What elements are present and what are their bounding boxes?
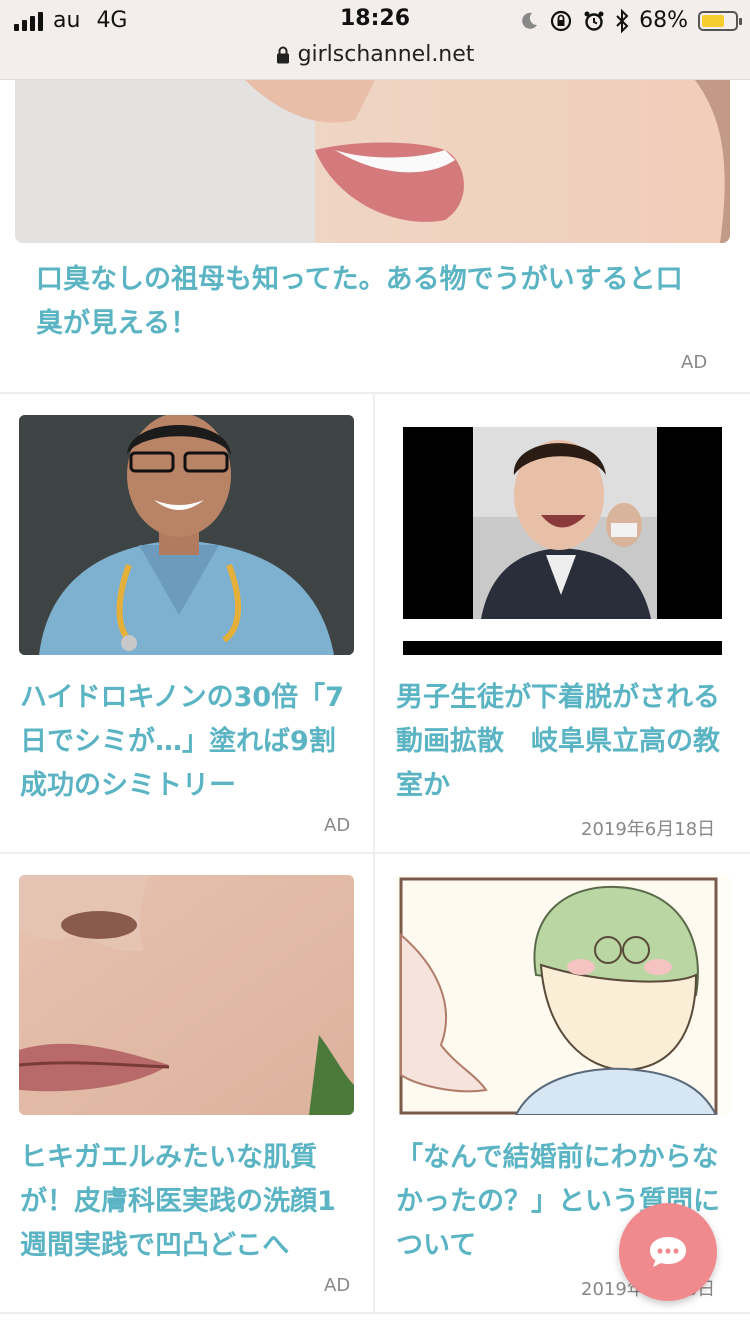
- battery-icon: [698, 10, 742, 31]
- chat-button[interactable]: [619, 1203, 717, 1301]
- article-title[interactable]: 男子生徒が下着脱がされる動画拡散 岐阜県立高の教室か: [396, 676, 731, 808]
- bluetooth-icon: [616, 8, 629, 33]
- address-bar[interactable]: girlschannel.net: [0, 42, 750, 67]
- divider: [373, 394, 375, 852]
- article-thumbnail[interactable]: [19, 415, 354, 655]
- top-article-title[interactable]: 口臭なしの祖母も知ってた。ある物でうがいすると口臭が見える！: [36, 258, 706, 346]
- lock-icon: [276, 46, 289, 63]
- alarm-icon: [584, 11, 604, 31]
- article-title[interactable]: ヒキガエルみたいな肌質が！皮膚科医実践の洗顔1週間実践で凹凸どこへ: [20, 1136, 355, 1268]
- moon-icon: [522, 12, 538, 29]
- ad-badge: AD: [324, 1275, 351, 1296]
- article-date: 2019年6月18日: [581, 819, 716, 840]
- chat-icon: [650, 1237, 686, 1267]
- status-right: 68%: [519, 8, 742, 33]
- top-article-image[interactable]: [15, 80, 730, 243]
- ad-badge: AD: [324, 815, 351, 836]
- ad-badge: AD: [681, 352, 708, 373]
- article-thumbnail[interactable]: [396, 875, 731, 1115]
- divider: [0, 392, 750, 394]
- article-thumbnail[interactable]: [19, 875, 354, 1115]
- divider: [0, 1312, 750, 1314]
- divider: [373, 854, 375, 1312]
- url-text: girlschannel.net: [297, 42, 475, 67]
- article-thumbnail[interactable]: [396, 415, 731, 655]
- article-title[interactable]: ハイドロキノンの30倍「7日でシミが…」塗れば9割成功のシミトリー: [20, 676, 355, 808]
- rotation-lock-icon: [550, 10, 572, 31]
- battery-percent: 68%: [639, 8, 688, 33]
- divider: [0, 852, 750, 854]
- status-bar: au 4G 18:26 68% girlschannel.net: [0, 0, 750, 80]
